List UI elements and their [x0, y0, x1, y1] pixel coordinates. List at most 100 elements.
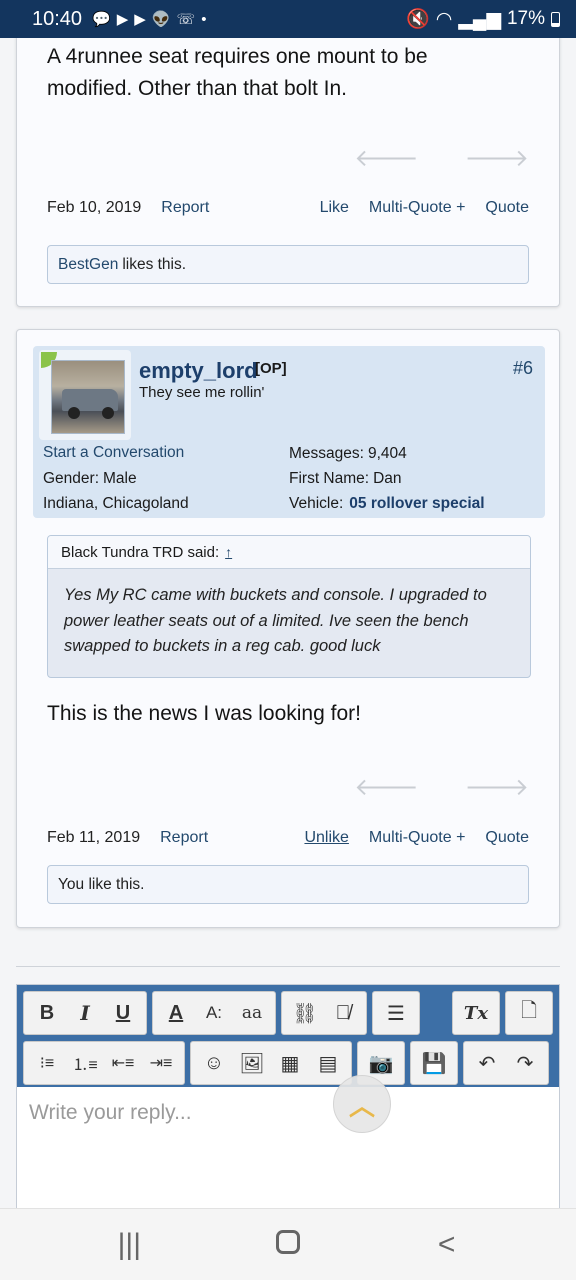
post-date: Feb 11, 2019	[47, 829, 141, 846]
post-card: A 4runnee seat requires one mount to be …	[16, 38, 560, 307]
unlike-link[interactable]: Unlike	[304, 829, 348, 847]
bold-button[interactable]: B	[28, 995, 66, 1031]
undo-icon[interactable]: ↶	[468, 1045, 506, 1081]
link-icon[interactable]: ⛓	[286, 995, 324, 1031]
text-style-group: B I U	[23, 991, 147, 1035]
recent-apps-icon[interactable]: |||	[99, 1228, 159, 1262]
multi-quote-link[interactable]: Multi-Quote +	[369, 829, 465, 847]
chevron-up-icon: ︿	[348, 1090, 375, 1121]
quote-author: Black Tundra TRD said:	[61, 543, 220, 561]
mute-icon: 🔇	[406, 9, 430, 30]
post-footer: Feb 10, 2019 Report Like Multi-Quote + Q…	[47, 199, 529, 217]
bullet-list-icon[interactable]: ⁝≡	[28, 1045, 66, 1081]
post-card: empty_lord [OP] They see me rollin' #6 S…	[16, 329, 560, 928]
user-title: They see me rollin'	[139, 384, 265, 401]
redo-icon[interactable]: ↷	[506, 1045, 544, 1081]
numbered-list-icon[interactable]: ⒈≡	[66, 1045, 104, 1081]
battery-icon	[551, 11, 560, 27]
liker-link[interactable]: BestGen	[58, 256, 118, 274]
battery-percent: 17%	[506, 8, 545, 29]
location-text: Indiana, Chicagoland	[43, 495, 189, 512]
history-group: ↶ ↷	[463, 1041, 549, 1085]
avatar[interactable]	[51, 360, 125, 434]
op-badge: [OP]	[255, 360, 287, 377]
post-body: This is the news I was looking for!	[47, 702, 361, 725]
toggle-bbcode-icon[interactable]: 🗋	[510, 995, 548, 1031]
post-footer: Feb 11, 2019 Report Unlike Multi-Quote +…	[47, 829, 529, 847]
multi-quote-link[interactable]: Multi-Quote +	[369, 199, 465, 217]
source-group: 🗋	[505, 991, 553, 1035]
vehicle-label: Vehicle:	[289, 495, 344, 512]
link-group: ⛓ ⛓̸	[281, 991, 367, 1035]
youtube-icon: ▶	[134, 11, 146, 28]
back-icon[interactable]: <	[417, 1228, 477, 1262]
likes-summary: BestGen likes this.	[47, 245, 529, 284]
arrow-left-icon[interactable]: 🡐	[354, 772, 418, 802]
arrow-right-icon[interactable]: 🡒	[465, 772, 529, 802]
home-button[interactable]	[258, 1228, 318, 1262]
post-text-line: modified. Other than that bolt In.	[47, 77, 348, 100]
indent-icon[interactable]: ⇥≡	[142, 1045, 180, 1081]
likes-text: You like this.	[58, 875, 145, 893]
divider	[16, 966, 560, 967]
post-body: A 4runnee seat requires one mount to be …	[47, 41, 428, 105]
outdent-icon[interactable]: ⇤≡	[104, 1045, 142, 1081]
post-date: Feb 10, 2019	[47, 199, 142, 216]
status-time: 10:40	[32, 7, 83, 30]
save-group: 💾	[410, 1041, 458, 1085]
smilie-icon[interactable]: ☺	[195, 1045, 233, 1081]
likes-summary: You like this.	[47, 865, 529, 904]
first-name-field: First Name: Dan	[289, 470, 402, 488]
save-draft-icon[interactable]: 💾	[415, 1045, 453, 1081]
unlink-icon[interactable]: ⛓̸	[324, 995, 362, 1031]
font-family-button[interactable]: aa	[233, 995, 271, 1031]
report-link[interactable]: Report	[161, 199, 209, 217]
gender-label: Gender:	[43, 470, 100, 487]
media-icon[interactable]: ▦	[271, 1045, 309, 1081]
remove-format-button[interactable]: Tx	[457, 995, 495, 1031]
underline-button[interactable]: U	[104, 995, 142, 1031]
thread-page[interactable]: A 4runnee seat requires one mount to be …	[0, 38, 576, 1208]
chat-icon: 💬	[92, 11, 111, 28]
quote-link[interactable]: Quote	[485, 199, 529, 217]
system-navigation-bar: ||| <	[0, 1208, 576, 1280]
reply-input[interactable]: Write your reply...	[29, 1101, 192, 1125]
quote-jump-link[interactable]: ↑	[225, 544, 232, 560]
vehicle-field: Vehicle: 05 rollover special	[289, 495, 485, 513]
quote-header: Black Tundra TRD said: ↑	[48, 536, 530, 569]
post-text-line: A 4runnee seat requires one mount to be	[47, 45, 428, 68]
italic-button[interactable]: I	[66, 995, 104, 1031]
list-group: ⁝≡ ⒈≡ ⇤≡ ⇥≡	[23, 1041, 185, 1085]
dot-icon: •	[201, 10, 207, 28]
likes-text: likes this.	[122, 255, 187, 273]
messages-label: Messages:	[289, 445, 364, 462]
signal-icon: ▂▄▆	[458, 8, 501, 30]
align-group: ☰	[372, 991, 420, 1035]
align-left-icon[interactable]: ☰	[377, 995, 415, 1031]
image-icon[interactable]: 🖼	[233, 1045, 271, 1081]
missed-call-icon: ☏	[176, 11, 196, 28]
arrow-left-icon[interactable]: 🡐	[354, 143, 418, 173]
font-color-button[interactable]: A	[157, 995, 195, 1031]
post-nav-arrows: 🡐 🡒	[354, 143, 529, 173]
youtube-icon: ▶	[116, 11, 129, 28]
scroll-to-top-button[interactable]: ︿	[333, 1075, 391, 1133]
username-link[interactable]: empty_lord	[139, 358, 258, 384]
font-size-button[interactable]: A:	[195, 995, 233, 1031]
reddit-icon: 👽	[151, 11, 171, 28]
home-icon	[275, 1229, 300, 1254]
status-right: 🔇 ◠ ▂▄▆ 17%	[406, 7, 560, 31]
quote-line: swapped to buckets in a reg cab. good lu…	[64, 637, 381, 655]
post-number-link[interactable]: #6	[513, 358, 533, 379]
report-link[interactable]: Report	[160, 829, 208, 847]
arrow-right-icon[interactable]: 🡒	[465, 143, 529, 173]
start-conversation-link[interactable]: Start a Conversation	[43, 444, 184, 462]
first-name-value: Dan	[373, 470, 402, 487]
quote-link[interactable]: Quote	[485, 829, 529, 847]
like-link[interactable]: Like	[320, 199, 349, 217]
notification-icons: 💬 ▶ ▶ 👽 ☏ •	[92, 10, 207, 29]
code-icon[interactable]: ▤	[309, 1045, 347, 1081]
quote-line: power leather seats out of a limited. Iv…	[64, 611, 469, 630]
gender-field: Gender: Male	[43, 470, 137, 488]
messages-field: Messages: 9,404	[289, 445, 407, 463]
